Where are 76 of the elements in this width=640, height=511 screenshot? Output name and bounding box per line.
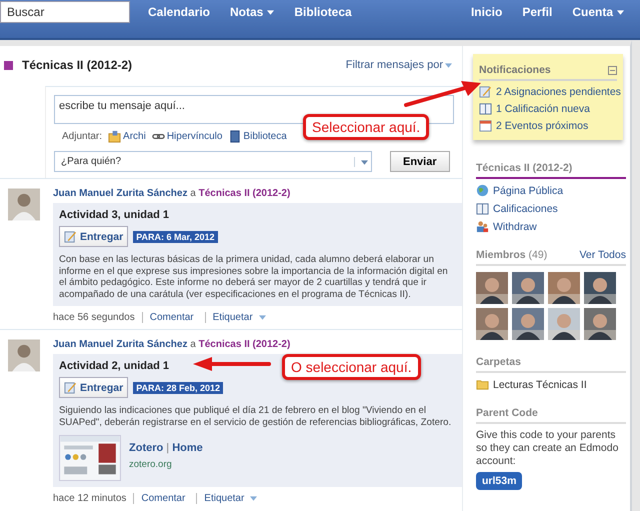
author-link[interactable]: Juan Manuel Zurita Sánchez — [53, 339, 188, 350]
section-title: Carpetas — [476, 356, 626, 373]
filter-dropdown[interactable]: Filtrar mensajes por — [346, 59, 452, 71]
caret-icon — [445, 62, 452, 68]
annotation-callout: O seleccionar aquí. — [282, 354, 421, 380]
due-date-tag: PARA: 6 Mar, 2012 — [133, 230, 218, 242]
caret-icon — [360, 160, 368, 165]
parent-code-text: Give this code to your parents so they can create an Edmodo account: — [476, 429, 620, 468]
attach-link[interactable]: Hipervínculo — [166, 131, 222, 142]
folder-link[interactable]: Lecturas Técnicas II — [493, 378, 587, 390]
pencil-icon — [64, 230, 77, 243]
nav-link[interactable]: Notas — [230, 5, 274, 19]
assignment-title: Actividad 3, unidad 1 — [59, 209, 170, 221]
post-action-link[interactable]: Etiquetar — [204, 493, 244, 504]
book-icon — [479, 102, 492, 115]
send-button[interactable]: Enviar — [390, 151, 450, 172]
nav-link[interactable]: Calendario — [148, 5, 210, 19]
nav-link[interactable]: Inicio — [470, 5, 502, 19]
post-time: hace 12 minutos — [53, 493, 126, 504]
calendar-icon — [479, 119, 492, 132]
due-date-tag: PARA: 28 Feb, 2012 — [133, 382, 224, 394]
nav-link[interactable]: Biblioteca — [294, 5, 352, 19]
submit-button[interactable]: Entregar — [59, 226, 128, 247]
parent-code-badge: url53m — [476, 472, 522, 490]
byline-connector: a — [190, 339, 196, 350]
avatar — [8, 339, 40, 372]
attach-link[interactable]: Archi — [123, 131, 146, 142]
view-all-link[interactable]: Ver Todos — [579, 249, 626, 261]
book-icon — [228, 130, 242, 143]
post-text: Con base en las lecturas básicas de la primera unidad, cada alumno deberá elaborar un informe en el que exprese sus impresiones sobre la importancia de la información digital en el ámbito pedagógico. Este informe no deberá ser mayor de 2 cuartillas y tendrá que ir acompañado de una carátula (ver especificaciones en el programa de Técnicas II). — [59, 254, 449, 300]
file-icon — [108, 130, 122, 143]
section-title: Parent Code — [476, 407, 626, 424]
globe-icon — [476, 184, 489, 197]
notification-link[interactable]: 2 Asignaciones pendientes — [496, 86, 621, 98]
link-title[interactable]: Zotero — [129, 442, 164, 454]
section-title: Miembros (49) — [476, 249, 548, 261]
link-url: zotero.org — [129, 459, 173, 470]
avatar — [8, 188, 40, 221]
attach-label: Adjuntar: — [62, 131, 102, 142]
attach-link[interactable]: Biblioteca — [243, 131, 287, 142]
author-link[interactable]: Juan Manuel Zurita Sánchez — [53, 188, 188, 199]
pencil-icon — [64, 381, 77, 394]
caret-icon — [617, 10, 624, 16]
notification-link[interactable]: 2 Eventos próximos — [496, 120, 588, 132]
collapse-icon[interactable] — [608, 66, 617, 74]
notification-link[interactable]: 1 Calificación nueva — [496, 102, 590, 114]
section-title: Técnicas II (2012-2) — [476, 162, 626, 179]
group-link[interactable]: Calificaciones — [493, 202, 558, 214]
byline-connector: a — [190, 188, 196, 199]
caret-icon — [258, 315, 266, 320]
caret-icon — [250, 496, 258, 501]
post-text: Siguiendo las indicaciones que publiqué el día 21 de febrero en el blog "Viviendo en el SUAPed", deberán registrarse en el servicio de gestión de referencias bibliográficas, Zotero. — [59, 405, 452, 428]
people-icon — [476, 220, 489, 233]
search-field[interactable]: Buscar — [0, 1, 130, 23]
notifications-title: Notificaciones — [479, 64, 551, 76]
group-link[interactable]: Técnicas II (2012-2) — [198, 339, 290, 350]
recipient-dropdown[interactable]: ¿Para quién? — [54, 151, 372, 172]
group-link[interactable]: Withdraw — [493, 220, 537, 232]
nav-link[interactable]: Perfil — [522, 5, 552, 19]
post-action-link[interactable]: Comentar — [150, 312, 194, 323]
link-separator: | — [166, 442, 170, 454]
caret-icon — [267, 10, 274, 16]
post-action-link[interactable]: Comentar — [141, 493, 186, 504]
pencil-icon — [479, 85, 492, 98]
assignment-title: Actividad 2, unidad 1 — [59, 360, 170, 372]
folder-icon — [476, 378, 489, 391]
link-title[interactable]: Home — [172, 442, 203, 454]
book-icon — [476, 202, 489, 215]
group-link[interactable]: Técnicas II (2012-2) — [198, 188, 290, 199]
group-link[interactable]: Página Pública — [493, 184, 564, 196]
nav-link[interactable]: Cuenta — [572, 5, 624, 19]
annotation-callout: Seleccionar aquí. — [303, 114, 430, 140]
post-action-link[interactable]: Etiquetar — [212, 312, 253, 323]
submit-button[interactable]: Entregar — [59, 377, 128, 398]
post-time: hace 56 segundos — [53, 312, 135, 323]
group-title: Técnicas II (2012-2) — [22, 58, 132, 72]
